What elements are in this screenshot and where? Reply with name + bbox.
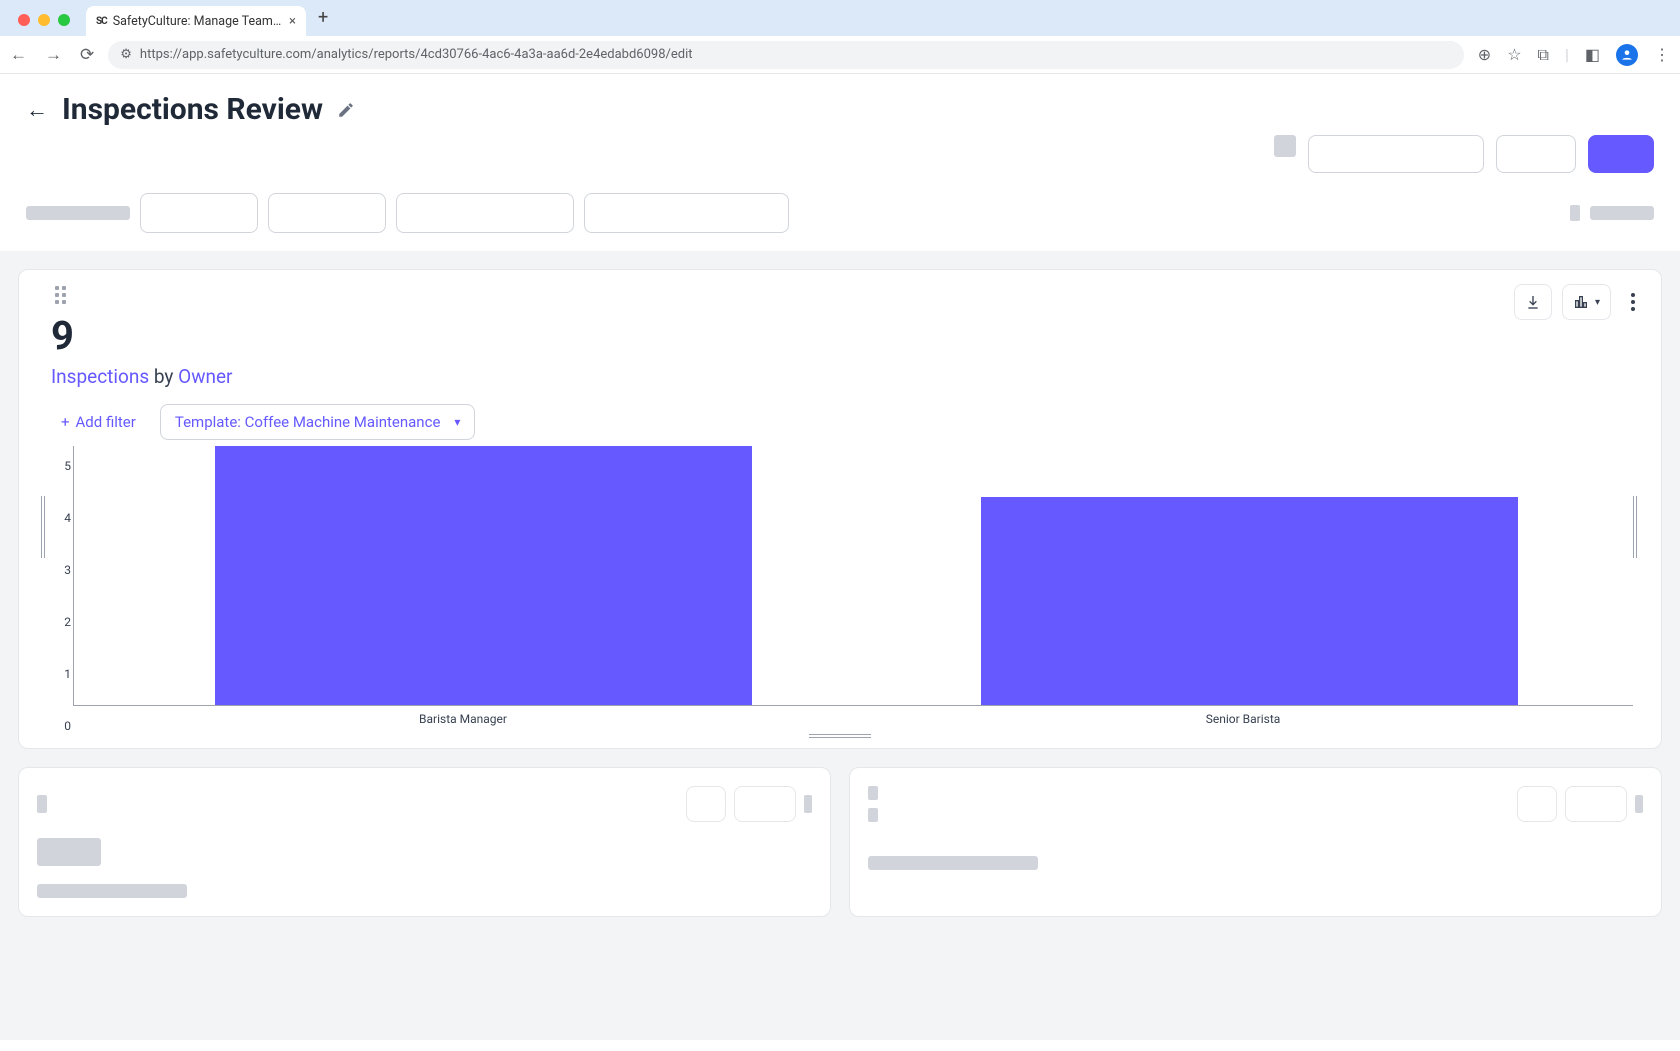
header-toolbar <box>0 135 1680 183</box>
toolbar-placeholder-icon <box>1274 135 1296 157</box>
card-filter-line: + Add filter Template: Coffee Machine Ma… <box>51 404 1643 440</box>
bar-slot <box>100 446 867 705</box>
tab-close-icon[interactable]: × <box>289 14 296 29</box>
filter-right-label-placeholder <box>1590 206 1654 220</box>
browser-tab-strip: SC SafetyCulture: Manage Teams and... × … <box>0 0 1680 36</box>
metric-link-owner[interactable]: Owner <box>178 365 232 388</box>
metric-value: 9 <box>51 312 1643 359</box>
extensions-icon[interactable]: ⧉ <box>1538 45 1549 65</box>
filter-label-placeholder <box>26 206 130 220</box>
chart-plot <box>73 446 1633 706</box>
filter-pill-3[interactable] <box>396 193 574 233</box>
window-controls <box>8 14 80 36</box>
y-tick-label: 1 <box>47 667 71 681</box>
y-tick-label: 5 <box>47 459 71 473</box>
nav-buttons: ← → ⟳ <box>10 45 94 65</box>
placeholder-icon <box>868 808 878 822</box>
template-filter-label: Template: Coffee Machine Maintenance <box>175 413 441 431</box>
bookmark-star-icon[interactable]: ☆ <box>1507 45 1521 64</box>
placeholder-metric <box>37 838 101 866</box>
y-tick-label: 0 <box>47 719 71 733</box>
placeholder-text <box>868 856 1038 870</box>
metric-subtitle: Inspections by Owner <box>51 365 1643 388</box>
drag-handle-icon[interactable] <box>55 286 66 304</box>
placeholder-icon <box>37 795 47 813</box>
zoom-icon[interactable]: ⊕ <box>1478 45 1491 64</box>
placeholder-icon <box>868 786 878 800</box>
side-panel-icon[interactable]: ◧ <box>1585 45 1600 64</box>
card-action-button[interactable] <box>1517 786 1557 822</box>
placeholder-card-right <box>849 767 1662 917</box>
report-canvas: ▾ 9 Inspections by Owner + Add filter Te… <box>0 251 1680 1040</box>
window-zoom-icon[interactable] <box>58 14 70 26</box>
bar-slot <box>867 446 1634 705</box>
lower-cards-row <box>18 767 1662 917</box>
x-axis-labels: Barista ManagerSenior Barista <box>73 706 1633 726</box>
card-menu-icon[interactable] <box>1621 293 1645 311</box>
edit-title-icon[interactable] <box>337 101 355 119</box>
card-action-button[interactable] <box>1565 786 1627 822</box>
filter-pill-2[interactable] <box>268 193 386 233</box>
template-filter-chip[interactable]: Template: Coffee Machine Maintenance ▾ <box>160 404 476 440</box>
back-arrow-icon[interactable]: ← <box>26 97 48 123</box>
toolbar-button-2[interactable] <box>1496 135 1576 173</box>
filter-pill-1[interactable] <box>140 193 258 233</box>
toolbar-primary-button[interactable] <box>1588 135 1654 173</box>
placeholder-icon <box>1635 795 1643 813</box>
y-tick-label: 2 <box>47 615 71 629</box>
tab-favicon: SC <box>96 16 107 27</box>
add-filter-label: Add filter <box>76 413 136 431</box>
toolbar-button-1[interactable] <box>1308 135 1484 173</box>
filter-pill-4[interactable] <box>584 193 789 233</box>
y-tick-label: 4 <box>47 511 71 525</box>
page-title: Inspections Review <box>62 92 323 127</box>
browser-action-icons: ⊕ ☆ ⧉ | ◧ ⋮ <box>1478 44 1670 66</box>
download-icon <box>1525 294 1541 310</box>
new-tab-button[interactable]: + <box>306 7 340 36</box>
site-settings-icon[interactable]: ⚙ <box>120 47 132 62</box>
y-axis-ticks: 012345 <box>47 446 73 726</box>
card-action-button[interactable] <box>734 786 796 822</box>
bar[interactable] <box>215 446 752 705</box>
window-close-icon[interactable] <box>18 14 30 26</box>
profile-avatar-icon[interactable] <box>1616 44 1638 66</box>
bar[interactable] <box>981 497 1518 705</box>
tab-title: SafetyCulture: Manage Teams and... <box>113 14 283 29</box>
chart-card: ▾ 9 Inspections by Owner + Add filter Te… <box>18 269 1662 749</box>
chart-type-button[interactable]: ▾ <box>1562 284 1611 320</box>
x-tick-label: Barista Manager <box>73 706 853 726</box>
y-tick-label: 3 <box>47 563 71 577</box>
global-filter-bar <box>0 183 1680 251</box>
browser-tab[interactable]: SC SafetyCulture: Manage Teams and... × <box>86 6 306 36</box>
add-filter-button[interactable]: + Add filter <box>51 405 146 439</box>
page-header: ← Inspections Review <box>0 74 1680 135</box>
nav-reload-icon[interactable]: ⟳ <box>80 45 94 65</box>
browser-menu-icon[interactable]: ⋮ <box>1654 45 1670 64</box>
card-action-button[interactable] <box>686 786 726 822</box>
download-button[interactable] <box>1514 284 1552 320</box>
url-field[interactable]: ⚙ https://app.safetyculture.com/analytic… <box>108 41 1464 69</box>
plus-icon: + <box>61 413 70 431</box>
card-actions: ▾ <box>1514 284 1645 320</box>
chart-area: 012345 Barista ManagerSenior Barista <box>47 446 1633 726</box>
metric-link-inspections[interactable]: Inspections <box>51 365 149 388</box>
window-minimize-icon[interactable] <box>38 14 50 26</box>
x-tick-label: Senior Barista <box>853 706 1633 726</box>
placeholder-text <box>37 884 187 898</box>
url-text: https://app.safetyculture.com/analytics/… <box>140 47 693 62</box>
nav-back-icon[interactable]: ← <box>10 45 27 65</box>
metric-joiner: by <box>149 365 178 388</box>
bar-chart-icon <box>1573 294 1589 310</box>
chevron-down-icon: ▾ <box>1595 297 1600 308</box>
bars-container <box>100 446 1633 705</box>
filter-right-icon <box>1570 205 1580 221</box>
resize-handle-right[interactable] <box>1633 496 1639 558</box>
placeholder-card-left <box>18 767 831 917</box>
chevron-down-icon: ▾ <box>454 415 460 429</box>
resize-handle-bottom[interactable] <box>809 734 871 738</box>
browser-address-bar: ← → ⟳ ⚙ https://app.safetyculture.com/an… <box>0 36 1680 74</box>
nav-forward-icon[interactable]: → <box>45 45 62 65</box>
placeholder-icon <box>804 795 812 813</box>
